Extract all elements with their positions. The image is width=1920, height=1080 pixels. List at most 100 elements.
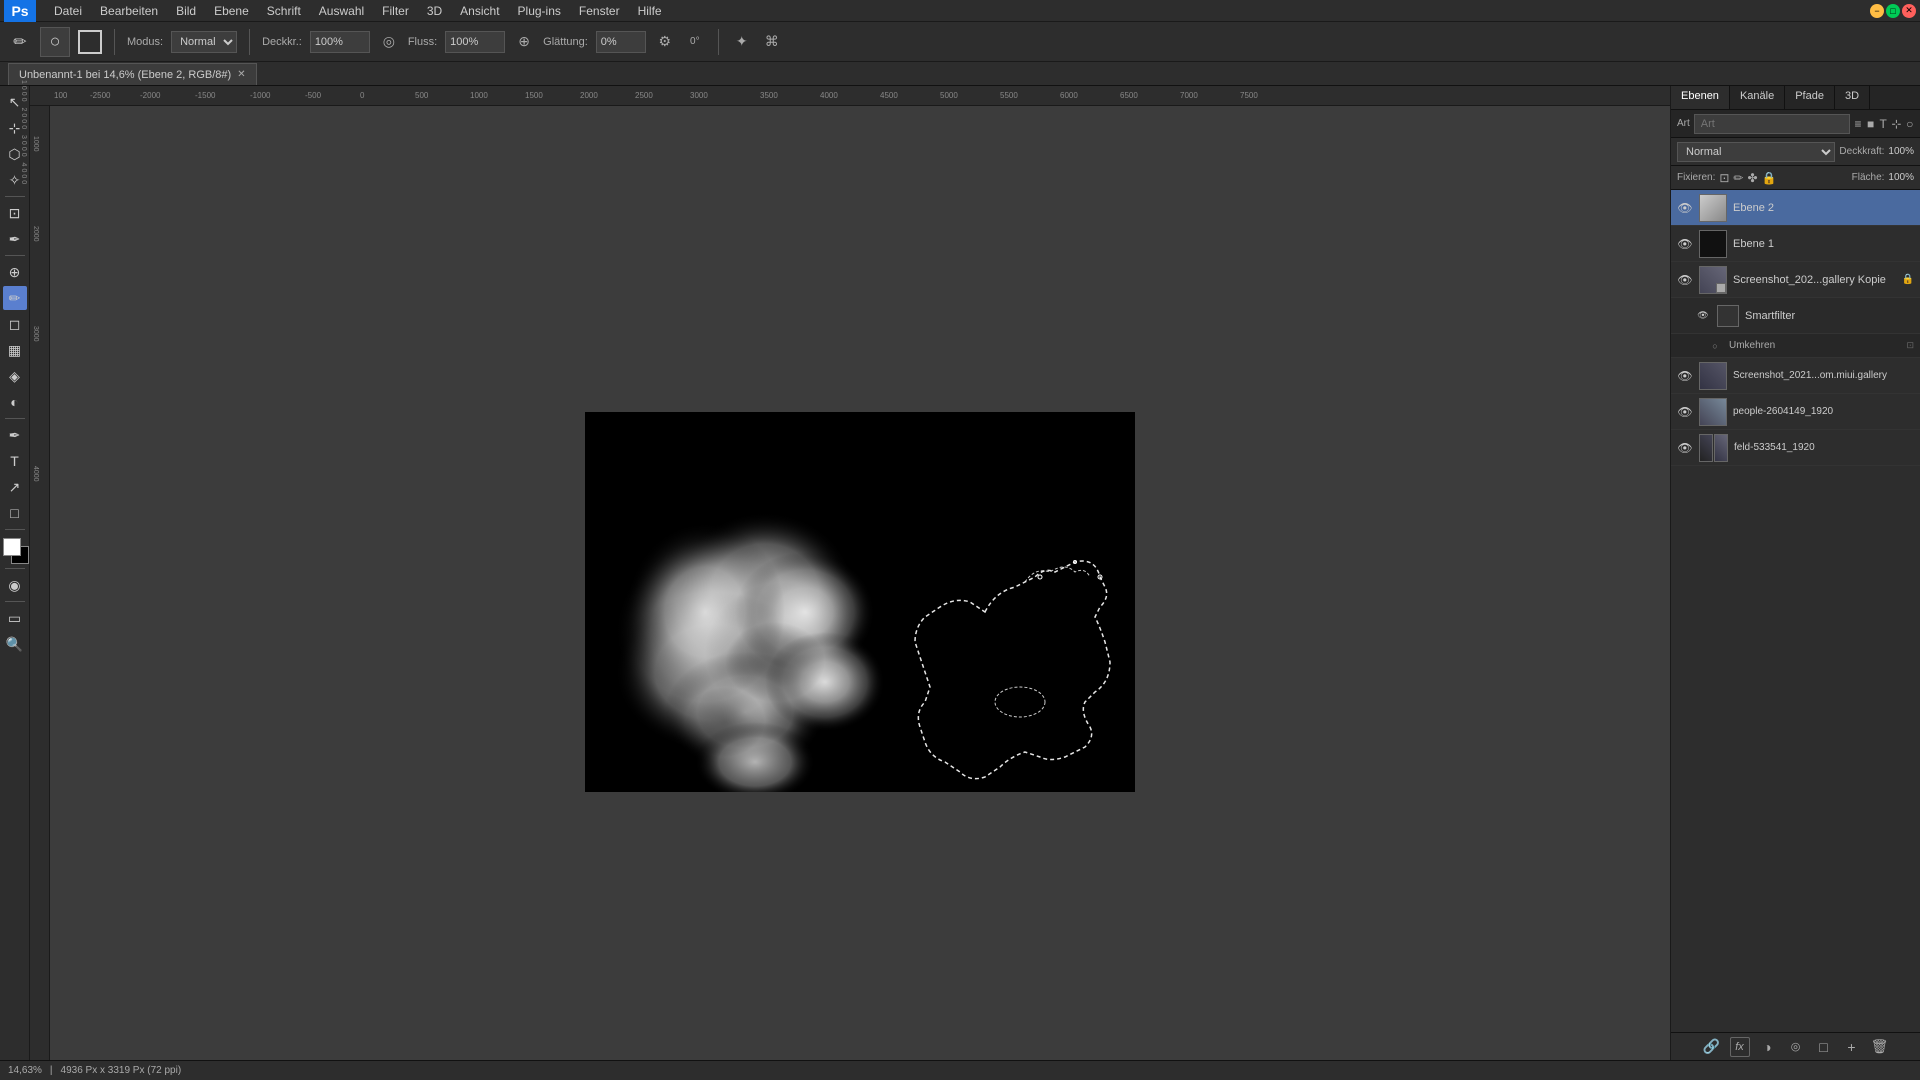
menu-ansicht[interactable]: Ansicht (452, 2, 507, 20)
path-selection-tool[interactable]: ↗ (3, 475, 27, 499)
menu-auswahl[interactable]: Auswahl (311, 2, 372, 20)
menu-filter[interactable]: Filter (374, 2, 417, 20)
close-button[interactable]: ✕ (1902, 4, 1916, 18)
lock-all-icon[interactable]: 🔒 (1762, 171, 1777, 185)
document-tab[interactable]: Unbenannt-1 bei 14,6% (Ebene 2, RGB/8#) … (8, 63, 257, 85)
opacity-value[interactable]: 100% (1888, 146, 1914, 157)
layers-bottom-toolbar: 🔗 fx ◑ ◎ □ + 🗑 (1671, 1032, 1920, 1060)
foreground-color-swatch[interactable] (3, 538, 21, 556)
layer-eye-ebene2[interactable]: 👁 (1677, 200, 1693, 216)
menu-bearbeiten[interactable]: Bearbeiten (92, 2, 166, 20)
deckkraft-label: Deckkr.: (262, 36, 302, 48)
symmetry-icon[interactable]: ⌘ (761, 31, 783, 53)
layer-eye-smartfilter[interactable]: 👁 (1695, 308, 1711, 324)
layer-eye-people[interactable]: 👁 (1677, 404, 1693, 420)
quick-mask-tool[interactable]: ◉ (3, 573, 27, 597)
modus-select[interactable]: Normal (171, 31, 237, 53)
menu-datei[interactable]: Datei (46, 2, 90, 20)
filter-type-icon[interactable]: ≡ (1854, 114, 1863, 134)
layer-umkehren[interactable]: ○ Umkehren ⊡ (1671, 334, 1920, 358)
ruler-mark-7000p: 7000 (1180, 91, 1198, 100)
filter-toggle[interactable]: ○ (1905, 114, 1914, 134)
layer-screenshot-kopie[interactable]: 👁 Screenshot_202...gallery Kopie 🔒 (1671, 262, 1920, 298)
menu-hilfe[interactable]: Hilfe (630, 2, 670, 20)
dodge-tool[interactable]: ◐ (3, 390, 27, 414)
layer-name-ebene2: Ebene 2 (1733, 202, 1914, 214)
menu-schrift[interactable]: Schrift (259, 2, 309, 20)
pen-tool[interactable]: ✒ (3, 423, 27, 447)
healing-tool[interactable]: ⊕ (3, 260, 27, 284)
shape-tool[interactable]: □ (3, 501, 27, 525)
layer-fx-icon[interactable]: fx (1730, 1037, 1750, 1057)
layer-eye-screenshot[interactable]: 👁 (1677, 272, 1693, 288)
eraser-tool[interactable]: ◻ (3, 312, 27, 336)
glattung-input[interactable] (596, 31, 646, 53)
deckkraft-input[interactable] (310, 31, 370, 53)
tab-ebenen[interactable]: Ebenen (1671, 86, 1730, 109)
menu-plugins[interactable]: Plug-ins (510, 2, 569, 20)
layer-adjustment-icon[interactable]: ◎ (1786, 1037, 1806, 1057)
layer-mask-icon[interactable]: ◑ (1758, 1037, 1778, 1057)
layer-eye-feld[interactable]: 👁 (1677, 440, 1693, 456)
filter-kind-icon[interactable]: T (1879, 114, 1888, 134)
maximize-button[interactable]: □ (1886, 4, 1900, 18)
layer-thumb-miui (1699, 362, 1727, 390)
fluss-input[interactable] (445, 31, 505, 53)
blend-mode-select[interactable]: Normal (1677, 142, 1835, 162)
minimize-button[interactable]: − (1870, 4, 1884, 18)
layer-eye-miui[interactable]: 👁 (1677, 368, 1693, 384)
layer-eye-umkehren[interactable]: ○ (1707, 338, 1723, 354)
search-label: Art (1677, 118, 1690, 129)
zoom-level: 14,63% (8, 1065, 42, 1076)
opacity-label: Deckkraft: (1839, 146, 1884, 157)
layer-delete-icon[interactable]: 🗑 (1870, 1037, 1890, 1057)
tab-close-button[interactable]: ✕ (237, 69, 245, 80)
screen-mode[interactable]: ▭ (3, 606, 27, 630)
tab-3d[interactable]: 3D (1835, 86, 1870, 109)
menu-fenster[interactable]: Fenster (571, 2, 628, 20)
gradient-tool[interactable]: ▦ (3, 338, 27, 362)
blur-tool[interactable]: ◈ (3, 364, 27, 388)
layer-smartfilter[interactable]: 👁 Smartfilter (1671, 298, 1920, 334)
angle-icon[interactable]: ⊕ (513, 31, 535, 53)
lock-transparent-icon[interactable]: ⊡ (1719, 171, 1729, 185)
flache-value[interactable]: 100% (1888, 172, 1914, 183)
layer-ebene2[interactable]: 👁 Ebene 2 (1671, 190, 1920, 226)
layer-feld[interactable]: 👁 feld-533541_1920 (1671, 430, 1920, 466)
filter-smart-icon[interactable]: ⊹ (1891, 114, 1901, 134)
pressure-icon[interactable]: ✦ (731, 31, 753, 53)
brush-preset-picker[interactable]: ○ (40, 27, 70, 57)
layers-filter-input[interactable] (1694, 114, 1850, 134)
layer-thumb-group-feld (1699, 434, 1728, 462)
ruler-mark-4000p: 4000 (820, 91, 838, 100)
settings-icon[interactable]: ⚙ (654, 31, 676, 53)
text-tool[interactable]: T (3, 449, 27, 473)
eyedropper-tool[interactable]: ✒ (3, 227, 27, 251)
toolbar-sep-5 (5, 568, 25, 569)
ruler-mark-6000p: 6000 (1060, 91, 1078, 100)
layer-new-icon[interactable]: + (1842, 1037, 1862, 1057)
brush-tool[interactable]: ✏ (3, 286, 27, 310)
menu-bild[interactable]: Bild (168, 2, 204, 20)
zoom-tool[interactable]: 🔍 (3, 632, 27, 656)
layer-screenshot-miui[interactable]: 👁 Screenshot_2021...om.miui.gallery (1671, 358, 1920, 394)
tab-pfade[interactable]: Pfade (1785, 86, 1835, 109)
layer-link-icon[interactable]: 🔗 (1702, 1037, 1722, 1057)
lock-pixels-icon[interactable]: ✏ (1733, 171, 1743, 185)
layer-people[interactable]: 👁 people-2604149_1920 (1671, 394, 1920, 430)
canvas-scroll[interactable] (50, 106, 1670, 1060)
toolbar-sep-6 (5, 601, 25, 602)
angle-input[interactable]: 0° (684, 31, 706, 53)
menu-3d[interactable]: 3D (419, 2, 450, 20)
menu-ebene[interactable]: Ebene (206, 2, 257, 20)
layer-ebene1[interactable]: 👁 Ebene 1 (1671, 226, 1920, 262)
airbrush-icon[interactable]: ◎ (378, 31, 400, 53)
layers-mode-row: Normal Deckkraft: 100% (1671, 138, 1920, 166)
filter-color-icon[interactable]: ■ (1866, 114, 1875, 134)
tab-kanale[interactable]: Kanäle (1730, 86, 1785, 109)
lock-position-icon[interactable]: ✤ (1747, 171, 1757, 185)
layer-group-icon[interactable]: □ (1814, 1037, 1834, 1057)
v-ruler-mark-1000: 1000 (32, 136, 39, 152)
layer-eye-ebene1[interactable]: 👁 (1677, 236, 1693, 252)
crop-tool[interactable]: ⊡ (3, 201, 27, 225)
